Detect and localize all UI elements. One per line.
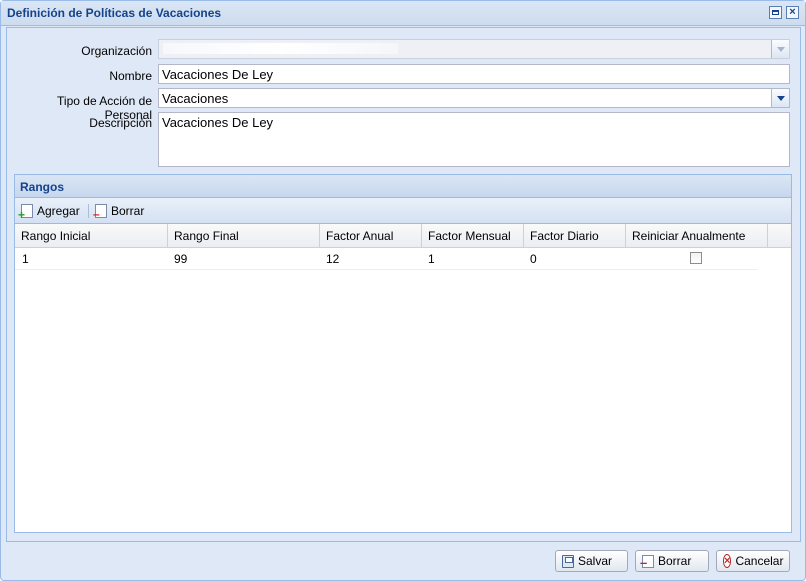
organizacion-value xyxy=(163,43,398,54)
save-icon xyxy=(562,554,574,568)
column-header-factor-anual[interactable]: Factor Anual xyxy=(320,224,422,247)
tipo-accion-combo[interactable]: Vacaciones xyxy=(158,88,790,108)
organizacion-label: Organización xyxy=(81,44,152,58)
column-header-factor-diario[interactable]: Factor Diario xyxy=(524,224,626,247)
cell-factor-anual: 12 xyxy=(326,252,340,266)
form-panel: Organización Nombre Vacaciones De Ley Ti… xyxy=(6,27,801,542)
cell-factor-diario: 0 xyxy=(530,252,537,266)
rangos-toolbar: Agregar Borrar xyxy=(15,198,791,224)
title-bar[interactable]: Definición de Políticas de Vacaciones × xyxy=(1,1,805,26)
column-header-rango-final[interactable]: Rango Final xyxy=(168,224,320,247)
policy-dialog: Definición de Políticas de Vacaciones × … xyxy=(0,0,806,581)
chevron-down-icon xyxy=(771,40,789,58)
cell-rango-inicial: 1 xyxy=(22,252,29,266)
salvar-button[interactable]: Salvar xyxy=(555,550,628,572)
column-header-factor-mensual[interactable]: Factor Mensual xyxy=(422,224,524,247)
cancelar-button[interactable]: × Cancelar xyxy=(716,550,790,572)
close-icon[interactable]: × xyxy=(786,6,799,19)
reiniciar-anualmente-checkbox[interactable] xyxy=(690,252,702,264)
column-header-reiniciar-anualmente[interactable]: Reiniciar Anualmente xyxy=(626,224,768,247)
window-title: Definición de Políticas de Vacaciones xyxy=(7,6,222,20)
toolbar-separator xyxy=(88,204,89,218)
rangos-header: Rangos xyxy=(15,175,791,198)
tipo-accion-value: Vacaciones xyxy=(162,91,229,106)
delete-icon xyxy=(93,204,107,221)
chevron-down-icon[interactable] xyxy=(771,89,789,107)
rangos-title: Rangos xyxy=(20,180,65,194)
nombre-label: Nombre xyxy=(109,69,152,83)
table-row[interactable]: 1 99 12 1 0 xyxy=(15,248,757,270)
descripcion-textarea[interactable]: Vacaciones De Ley xyxy=(158,112,790,167)
cell-factor-mensual: 1 xyxy=(428,252,435,266)
nombre-input[interactable]: Vacaciones De Ley xyxy=(158,64,790,84)
delete-icon xyxy=(640,554,654,570)
organizacion-combo xyxy=(158,39,790,59)
borrar-row-button[interactable]: Borrar xyxy=(93,204,144,221)
cell-rango-final: 99 xyxy=(174,252,188,266)
descripcion-label: Descripción xyxy=(89,116,152,130)
agregar-button[interactable]: Agregar xyxy=(18,204,80,222)
borrar-button[interactable]: Borrar xyxy=(635,550,709,572)
grid-header: Rango Inicial Rango Final Factor Anual F… xyxy=(15,224,791,248)
maximize-icon[interactable] xyxy=(769,6,782,19)
add-icon xyxy=(18,204,33,222)
column-header-rango-inicial[interactable]: Rango Inicial xyxy=(15,224,168,247)
rangos-panel: Rangos Agregar Borrar Rango Inicial Rang… xyxy=(14,174,792,533)
cancel-icon: × xyxy=(723,554,732,568)
